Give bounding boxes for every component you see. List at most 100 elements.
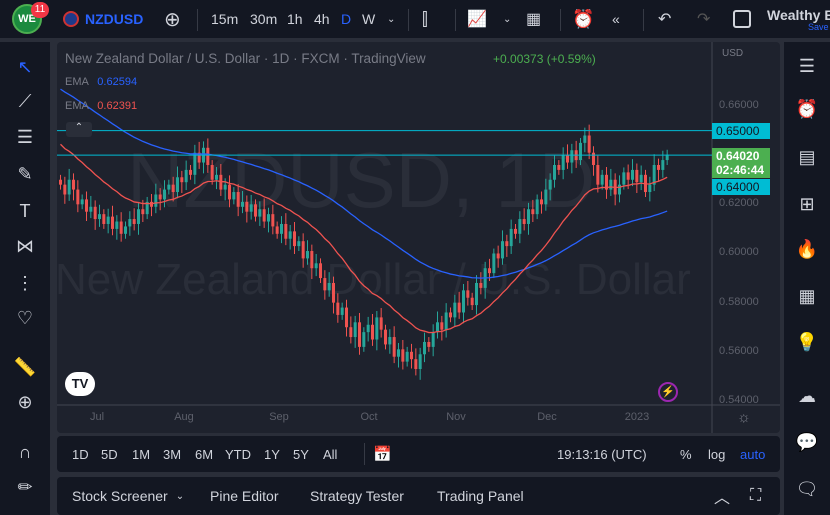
compare-add-icon[interactable]: ⊕ [164, 0, 181, 38]
maximize-icon[interactable]: ⛶ [750, 478, 761, 514]
flag-icon [63, 11, 79, 27]
range-all[interactable]: All [323, 436, 337, 472]
undo-icon[interactable]: ↶ [658, 0, 671, 38]
redo-icon[interactable]: ↷ [697, 0, 710, 38]
tab-stock-screener[interactable]: Stock Screener ⌄ [72, 478, 184, 514]
candle-body [128, 219, 132, 227]
replay-icon[interactable]: « [612, 0, 620, 38]
range-1y[interactable]: 1Y [264, 436, 280, 472]
hotlist-fire-icon[interactable]: 🔥 [795, 237, 819, 261]
timeframe-1h[interactable]: 1h [287, 0, 303, 38]
chevron-down-icon[interactable]: ⌄ [387, 0, 395, 38]
range-1d[interactable]: 1D [72, 436, 89, 472]
lightning-events-icon[interactable]: ⚡ [658, 382, 678, 402]
candle-body [535, 199, 539, 215]
collapse-legend-button[interactable]: ⌃ [66, 122, 92, 137]
range-1m[interactable]: 1M [132, 436, 150, 472]
timeframe-4h[interactable]: 4h [314, 0, 330, 38]
auto-toggle[interactable]: auto [740, 436, 765, 472]
range-6m[interactable]: 6M [195, 436, 213, 472]
price-tick: 0.58000 [719, 295, 759, 308]
candle-body [236, 192, 240, 207]
chevron-down-icon[interactable]: ⌄ [503, 0, 511, 38]
cursor-icon[interactable]: ↖ [13, 55, 37, 79]
currency-selector[interactable]: USD [722, 48, 743, 59]
candle-body [163, 189, 166, 200]
brush-icon[interactable]: ✎ [13, 162, 37, 186]
tab-label: Stock Screener [72, 488, 168, 504]
candle-body [271, 214, 275, 227]
layout-name[interactable]: Wealthy E [767, 7, 830, 23]
clock-time[interactable]: 19:13:16 (UTC) [557, 436, 647, 472]
tab-pine-editor[interactable]: Pine Editor [210, 478, 278, 514]
candle-body [401, 349, 405, 362]
messages-icon[interactable]: 🗨 [795, 477, 819, 501]
chat-cloud-icon[interactable]: ☁ [795, 384, 819, 408]
time-tick: Nov [446, 411, 466, 423]
candle-body [366, 324, 370, 333]
magnet-icon[interactable]: ∩ [13, 440, 37, 464]
add-list-icon[interactable]: ⊞ [795, 192, 819, 216]
trend-line-icon[interactable]: ⟋ [13, 89, 37, 113]
goto-date-calendar-icon[interactable]: 📅 [373, 436, 392, 472]
candle-body [527, 209, 530, 224]
settings-gear-icon[interactable]: ☼ [737, 409, 751, 426]
right-sidebar: ☰ ⏰ ▤ ⊞ 🔥 ▦ 💡 ☁ 💬 🗨 [784, 42, 830, 515]
log-toggle[interactable]: log [708, 436, 725, 472]
ema-fast-legend[interactable]: EMA 0.62391 [65, 100, 137, 112]
range-5d[interactable]: 5D [101, 436, 118, 472]
heart-icon[interactable]: ♡ [13, 306, 37, 330]
news-icon[interactable]: ▤ [795, 145, 819, 169]
forecast-icon[interactable]: ⋮ [13, 271, 37, 295]
candle-body [501, 241, 504, 259]
candle-body [583, 135, 587, 143]
ideas-bulb-icon[interactable]: 💡 [795, 330, 819, 354]
timeframe-d[interactable]: D [341, 0, 351, 38]
candle-body [267, 214, 270, 222]
symbol-search[interactable]: NZDUSD [63, 0, 143, 38]
chats-icon[interactable]: 💬 [795, 430, 819, 454]
candle-body [141, 209, 145, 215]
timeframe-30m[interactable]: 30m [250, 0, 277, 38]
ema-label: EMA [65, 100, 89, 112]
zoom-in-icon[interactable]: ⊕ [13, 390, 37, 414]
candle-body [657, 164, 660, 170]
range-bar: 1D 5D 1M 3M 6M YTD 1Y 5Y All 📅 19:13:16 (UTC) % … [57, 436, 780, 472]
alert-clock-icon[interactable]: ⏰ [572, 0, 594, 38]
ema-slow-legend[interactable]: EMA 0.62594 [65, 76, 137, 88]
tab-trading-panel[interactable]: Trading Panel [437, 478, 524, 514]
candle-body [345, 307, 348, 328]
watchlist-icon[interactable]: ☰ [795, 54, 819, 78]
calendar-icon[interactable]: ▦ [795, 284, 819, 308]
candle-body [505, 241, 509, 247]
price-chart[interactable]: NZDUSD, 1D New Zealand Dollar / U.S. Dol… [57, 42, 780, 433]
percent-toggle[interactable]: % [680, 436, 692, 472]
alarm-clock-icon[interactable]: ⏰ [795, 97, 819, 121]
timeframe-15m[interactable]: 15m [211, 0, 238, 38]
text-icon[interactable]: T [13, 199, 37, 223]
candle-body [167, 184, 171, 190]
chart-pane[interactable]: NZDUSD, 1D New Zealand Dollar / U.S. Dol… [57, 42, 780, 433]
range-5y[interactable]: 5Y [293, 436, 309, 472]
candle-body [449, 312, 452, 318]
price-tick: 0.60000 [719, 246, 759, 259]
indicators-icon[interactable]: 📈 [467, 0, 487, 38]
timeframe-w[interactable]: W [362, 0, 375, 38]
layout-grid-icon[interactable]: ▦ [526, 0, 541, 38]
lock-drawing-icon[interactable]: ✏ [13, 475, 37, 499]
layout-box-icon[interactable] [733, 0, 751, 38]
range-3m[interactable]: 3M [163, 436, 181, 472]
tab-strategy-tester[interactable]: Strategy Tester [310, 478, 404, 514]
pattern-icon[interactable]: ⋈ [13, 234, 37, 258]
save-button[interactable]: Save [808, 22, 829, 32]
candle-body [89, 206, 93, 212]
chevron-up-icon[interactable]: ︿ [714, 478, 730, 514]
fib-lines-icon[interactable]: ☰ [13, 125, 37, 149]
candles-icon[interactable]: ⫿ [422, 0, 428, 38]
candle-body [119, 221, 123, 234]
tradingview-logo-icon[interactable]: TV [65, 372, 95, 396]
range-ytd[interactable]: YTD [225, 436, 251, 472]
candle-body [553, 164, 556, 180]
candle-body [596, 164, 600, 185]
ruler-icon[interactable]: 📏 [13, 355, 37, 379]
